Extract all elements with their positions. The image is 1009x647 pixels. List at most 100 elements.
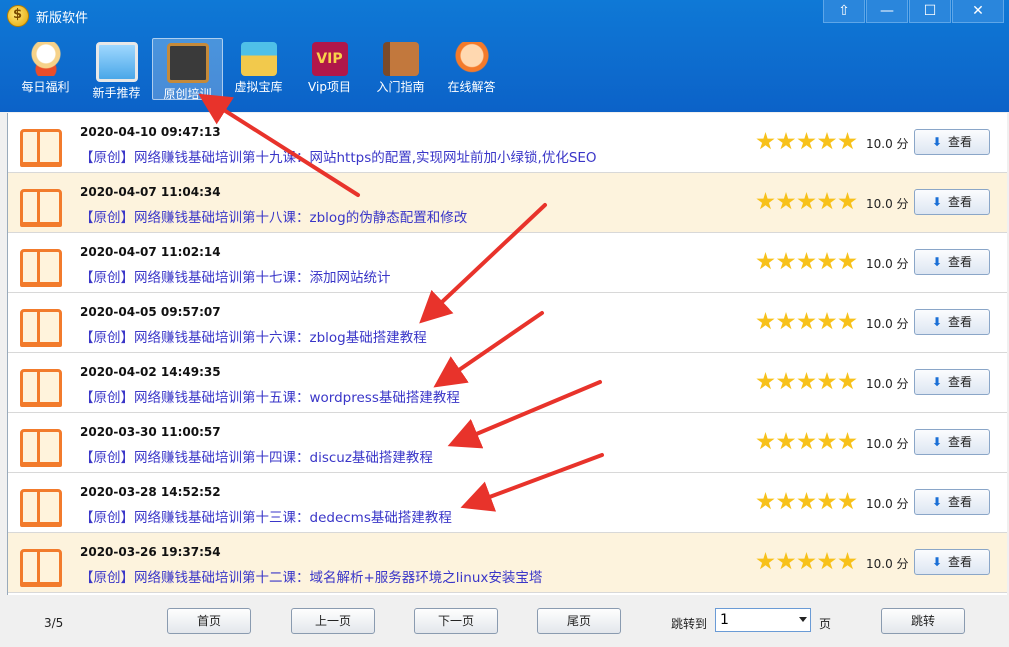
book-icon: [20, 309, 62, 347]
star-icon: [756, 552, 775, 570]
books-icon: [382, 42, 419, 76]
row-score: 10.0 分: [866, 257, 909, 271]
row-date: 2020-04-07 11:02:14: [80, 245, 221, 259]
tool-label: 虚拟宝库: [234, 80, 283, 94]
book-icon: [20, 189, 62, 227]
page-select[interactable]: 1: [715, 608, 811, 632]
customer-service-icon: [453, 42, 490, 76]
star-icon: [776, 372, 796, 390]
view-button[interactable]: ⬇ 查看: [914, 249, 990, 275]
list-item[interactable]: 2020-04-05 09:57:07 【原创】网络赚钱基础培训第十六课：zblo…: [8, 293, 1007, 353]
view-button-label: 查看: [948, 555, 973, 569]
list-item[interactable]: 2020-04-07 11:04:34 【原创】网络赚钱基础培训第十八课：zblo…: [8, 173, 1007, 233]
first-page-button[interactable]: 首页: [167, 608, 251, 634]
view-button[interactable]: ⬇ 查看: [914, 309, 990, 335]
view-button[interactable]: ⬇ 查看: [914, 369, 990, 395]
prev-page-button[interactable]: 上一页: [291, 608, 375, 634]
tool-online-answers[interactable]: 在线解答: [436, 38, 507, 100]
tool-original-training[interactable]: 原创培训: [152, 38, 223, 101]
download-arrow-icon: ⬇: [931, 135, 943, 149]
row-title-link[interactable]: 【原创】网络赚钱基础培训第十六课：zblog基础搭建教程: [80, 326, 427, 346]
row-date: 2020-03-30 11:00:57: [80, 425, 221, 439]
tool-label: 每日福利: [21, 80, 70, 94]
row-title-link[interactable]: 【原创】网络赚钱基础培训第十九课：网站https的配置,实现网址前加小绿锁,优化…: [80, 146, 597, 166]
jump-label: 跳转到: [671, 617, 708, 631]
list-item[interactable]: 2020-03-30 11:00:57 【原创】网络赚钱基础培训第十四课：disc…: [8, 413, 1007, 473]
tool-daily-welfare[interactable]: 每日福利: [10, 38, 81, 100]
view-button[interactable]: ⬇ 查看: [914, 129, 990, 155]
row-score: 10.0 分: [866, 317, 909, 331]
star-icon: [838, 492, 857, 510]
tool-virtual-treasury[interactable]: 虚拟宝库: [223, 38, 294, 100]
chevron-down-icon[interactable]: [799, 617, 807, 622]
view-button[interactable]: ⬇ 查看: [914, 489, 990, 515]
star-icon: [838, 312, 857, 330]
star-icon: [817, 132, 837, 150]
row-title-link[interactable]: 【原创】网络赚钱基础培训第十三课：dedecms基础搭建教程: [80, 506, 452, 526]
next-page-button[interactable]: 下一页: [414, 608, 498, 634]
star-icon: [797, 552, 816, 570]
star-icon: [838, 372, 857, 390]
row-title-link[interactable]: 【原创】网络赚钱基础培训第十四课：discuz基础搭建教程: [80, 446, 433, 466]
row-score: 10.0 分: [866, 197, 909, 211]
row-score: 10.0 分: [866, 377, 909, 391]
book-icon: [20, 549, 62, 587]
list-item[interactable]: 2020-04-02 14:49:35 【原创】网络赚钱基础培训第十五课：word…: [8, 353, 1007, 413]
close-button[interactable]: ✕: [952, 0, 1004, 23]
star-icon: [797, 432, 816, 450]
star-icon: [838, 192, 857, 210]
view-button-label: 查看: [948, 375, 973, 389]
row-title-link[interactable]: 【原创】网络赚钱基础培训第十二课：域名解析+服务器环境之linux安装宝塔: [80, 566, 542, 586]
row-score: 10.0 分: [866, 557, 909, 571]
rating-stars: [756, 432, 859, 451]
view-button-label: 查看: [948, 315, 973, 329]
last-page-button[interactable]: 尾页: [537, 608, 621, 634]
blackboard-icon: [166, 43, 209, 83]
view-button-label: 查看: [948, 135, 973, 149]
star-icon: [797, 132, 816, 150]
jump-button[interactable]: 跳转: [881, 608, 965, 634]
view-button[interactable]: ⬇ 查看: [914, 549, 990, 575]
pager-bar: 3/5 首页 上一页 下一页 尾页 跳转到 1 页 跳转: [0, 596, 1009, 647]
star-icon: [797, 492, 816, 510]
row-title-link[interactable]: 【原创】网络赚钱基础培训第十七课：添加网站统计: [80, 266, 391, 286]
view-button-label: 查看: [948, 495, 973, 509]
app-window: 新版软件 ⇧ — ☐ ✕ 每日福利 新手推荐 原创培训 虚拟宝库: [0, 0, 1009, 647]
list-item[interactable]: 2020-03-28 14:52:52 【原创】网络赚钱基础培训第十三课：dede…: [8, 473, 1007, 533]
app-logo-icon: [7, 5, 29, 27]
row-date: 2020-04-10 09:47:13: [80, 125, 221, 139]
rating-stars: [756, 312, 859, 331]
list-item[interactable]: 2020-04-10 09:47:13 【原创】网络赚钱基础培训第十九课：网站ht…: [8, 113, 1007, 173]
row-title-link[interactable]: 【原创】网络赚钱基础培训第十八课：zblog的伪静态配置和修改: [80, 206, 467, 226]
view-button-label: 查看: [948, 195, 973, 209]
star-icon: [776, 192, 796, 210]
tool-newbie-recommend[interactable]: 新手推荐: [81, 38, 152, 100]
list-item[interactable]: 2020-03-26 19:37:54 【原创】网络赚钱基础培训第十二课：域名解析…: [8, 533, 1007, 593]
window-title: 新版软件: [36, 11, 89, 26]
star-icon: [797, 192, 816, 210]
tool-beginner-guide[interactable]: 入门指南: [365, 38, 436, 100]
row-date: 2020-04-05 09:57:07: [80, 305, 221, 319]
minimize-button[interactable]: —: [866, 0, 908, 23]
row-title-link[interactable]: 【原创】网络赚钱基础培训第十五课：wordpress基础搭建教程: [80, 386, 460, 406]
page-indicator: 3/5: [44, 616, 64, 630]
star-icon: [756, 492, 775, 510]
rating-stars: [756, 192, 859, 211]
view-button[interactable]: ⬇ 查看: [914, 189, 990, 215]
page-unit-label: 页: [819, 617, 832, 631]
page-select-value: 1: [720, 612, 729, 628]
lucky-cat-icon: [27, 42, 64, 76]
skin-button[interactable]: ⇧: [823, 0, 865, 23]
download-arrow-icon: ⬇: [931, 435, 943, 449]
tool-label: Vip项目: [308, 80, 351, 94]
tool-label: 在线解答: [447, 80, 496, 94]
view-button[interactable]: ⬇ 查看: [914, 429, 990, 455]
book-icon: [20, 249, 62, 287]
star-icon: [838, 132, 857, 150]
maximize-button[interactable]: ☐: [909, 0, 951, 23]
star-icon: [756, 252, 775, 270]
row-score: 10.0 分: [866, 137, 909, 151]
main-toolbar: 每日福利 新手推荐 原创培训 虚拟宝库 VIP Vip项目 入门指南 在线解答: [10, 38, 507, 101]
tool-vip-projects[interactable]: VIP Vip项目: [294, 38, 365, 100]
list-item[interactable]: 2020-04-07 11:02:14 【原创】网络赚钱基础培训第十七课：添加网站…: [8, 233, 1007, 293]
